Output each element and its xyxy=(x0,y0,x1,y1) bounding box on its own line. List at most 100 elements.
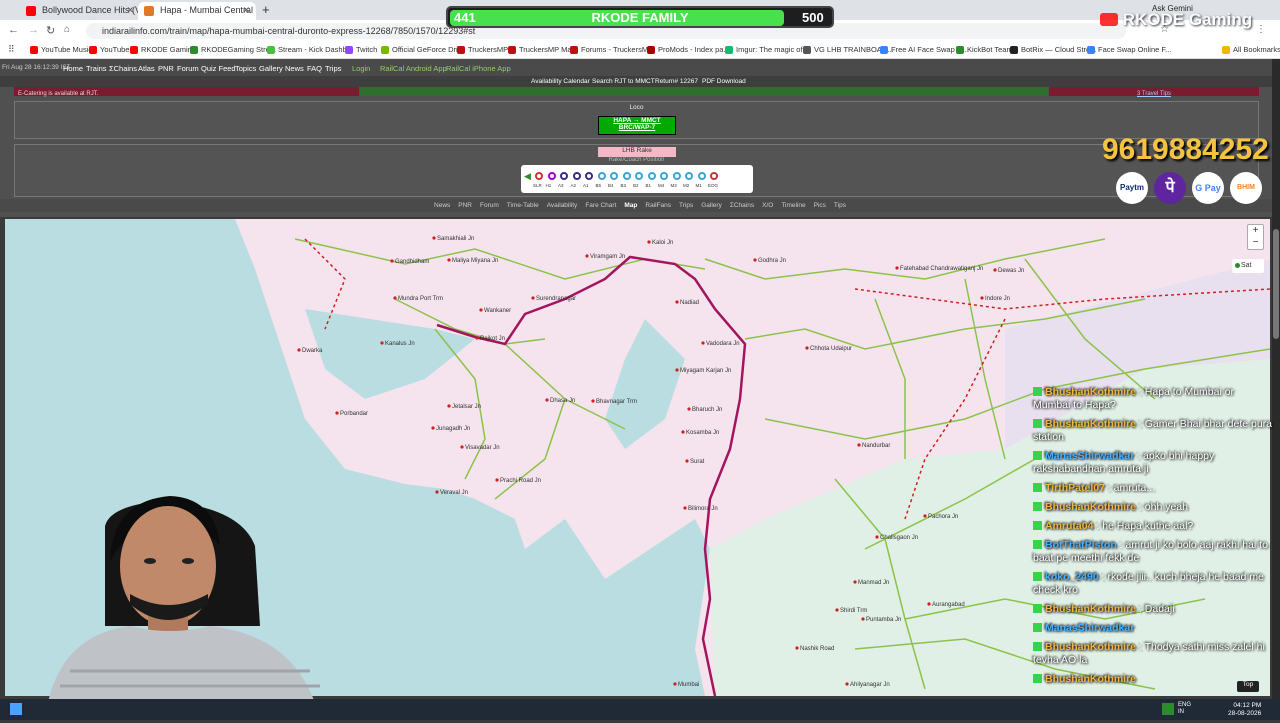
apps-icon[interactable]: ⠿ xyxy=(8,44,15,55)
bookmark-item[interactable]: TruckersMP Map xyxy=(508,45,576,54)
tab-availability[interactable]: Availability xyxy=(547,202,578,209)
coach-marker[interactable] xyxy=(622,172,631,180)
bookmark-item[interactable]: ProMods - Index pa... xyxy=(647,45,730,54)
satellite-toggle[interactable]: Sat xyxy=(1232,259,1264,273)
coach-marker[interactable] xyxy=(635,172,643,180)
station-label[interactable]: Pachora Jn xyxy=(928,514,958,520)
coach-marker[interactable] xyxy=(585,172,593,180)
all-bookmarks[interactable]: All Bookmarks xyxy=(1222,45,1280,54)
tray-app-icon[interactable] xyxy=(1162,703,1174,715)
station-dot[interactable] xyxy=(431,426,435,430)
coach-marker[interactable] xyxy=(647,172,656,180)
station-dot[interactable] xyxy=(297,348,301,352)
nav-topics[interactable]: Topics xyxy=(235,64,256,73)
station-dot[interactable] xyxy=(447,258,451,262)
tab-bollywood[interactable]: Bollywood Dance Hits (Vid... ✕ xyxy=(20,2,140,20)
tab--chains[interactable]: ΣChains xyxy=(730,202,754,209)
availability-calendar-link[interactable]: Availability Calendar xyxy=(531,78,590,85)
coach-marker[interactable] xyxy=(697,172,706,180)
station-dot[interactable] xyxy=(835,608,839,612)
station-label[interactable]: Shirdi Trm xyxy=(840,608,867,614)
nav-faq[interactable]: FAQ xyxy=(307,64,322,73)
nav-trips[interactable]: Trips xyxy=(325,64,341,73)
pdf-download-link[interactable]: PDF Download xyxy=(702,78,746,85)
station-label[interactable]: Surat xyxy=(690,459,705,465)
station-dot[interactable] xyxy=(393,296,397,300)
nav-chains[interactable]: ΣChains xyxy=(109,64,137,73)
bookmark-item[interactable]: TruckersMP xyxy=(457,45,508,54)
station-dot[interactable] xyxy=(845,682,849,686)
station-dot[interactable] xyxy=(460,445,464,449)
menu-icon[interactable]: ⋮ xyxy=(1256,24,1266,35)
bookmark-item[interactable]: Face Swap Online F... xyxy=(1087,45,1171,54)
station-dot[interactable] xyxy=(675,300,679,304)
nav-railcal-android[interactable]: RailCal Android App xyxy=(380,64,447,73)
bookmark-item[interactable]: Imgur: The magic of... xyxy=(725,45,809,54)
coach-marker[interactable] xyxy=(672,172,681,180)
station-dot[interactable] xyxy=(805,346,809,350)
station-label[interactable]: Veraval Jn xyxy=(440,490,468,496)
station-label[interactable]: Porbandar xyxy=(340,411,368,417)
station-label[interactable]: Maliya Miyana Jn xyxy=(452,258,498,264)
forward-icon[interactable]: → xyxy=(28,24,39,36)
coach-marker[interactable] xyxy=(535,172,543,180)
station-dot[interactable] xyxy=(435,490,439,494)
station-dot[interactable] xyxy=(683,506,687,510)
language-indicator[interactable]: ENG IN xyxy=(1178,702,1191,716)
back-icon[interactable]: ← xyxy=(8,24,19,36)
station-dot[interactable] xyxy=(545,398,549,402)
station-dot[interactable] xyxy=(390,259,394,263)
reload-icon[interactable]: ↻ xyxy=(46,24,55,37)
station-dot[interactable] xyxy=(853,580,857,584)
station-dot[interactable] xyxy=(753,258,757,262)
station-label[interactable]: Nashik Road xyxy=(800,646,834,652)
new-tab-button[interactable]: + xyxy=(262,2,270,17)
tab-pnr[interactable]: PNR xyxy=(458,202,472,209)
nav-news[interactable]: News xyxy=(285,64,304,73)
station-dot[interactable] xyxy=(993,268,997,272)
station-label[interactable]: Bilimora Jn xyxy=(688,506,718,512)
bookmark-item[interactable]: Forums - TruckersM... xyxy=(570,45,654,54)
station-label[interactable]: Indore Jn xyxy=(985,296,1010,302)
nav-forum[interactable]: Forum xyxy=(177,64,199,73)
tab-hapa-mumbai[interactable]: Hapa - Mumbai Central Duront... ✕ xyxy=(138,2,256,20)
station-dot[interactable] xyxy=(475,336,479,340)
station-label[interactable]: Nadiad xyxy=(680,300,699,306)
coach-marker[interactable] xyxy=(685,172,693,180)
station-dot[interactable] xyxy=(585,254,589,258)
tab-trips[interactable]: Trips xyxy=(679,202,693,209)
station-label[interactable]: Samakhiali Jn xyxy=(437,236,474,242)
station-dot[interactable] xyxy=(647,240,651,244)
loco-badge[interactable]: HAPA → MMCT BRC/WAP-7 xyxy=(598,116,676,135)
nav-railcal-iphone[interactable]: RailCal iPhone App xyxy=(446,64,511,73)
tab-railfans[interactable]: RailFans xyxy=(645,202,671,209)
station-label[interactable]: Surendranagar xyxy=(536,296,576,302)
station-dot[interactable] xyxy=(685,459,689,463)
zoom-in-button[interactable]: + xyxy=(1248,225,1263,237)
station-dot[interactable] xyxy=(927,602,931,606)
nav-pnr[interactable]: PNR xyxy=(158,64,174,73)
station-label[interactable]: Dwarka xyxy=(302,348,323,354)
station-label[interactable]: Kanalus Jn xyxy=(385,341,415,347)
station-label[interactable]: Viramgam Jn xyxy=(590,254,625,260)
station-label[interactable]: Kosamba Jn xyxy=(686,430,719,436)
tab-forum[interactable]: Forum xyxy=(480,202,499,209)
bookmark-item[interactable]: YouTube xyxy=(89,45,129,54)
bookmark-item[interactable]: Stream - Kick Dashb... xyxy=(267,45,353,54)
scrollbar-thumb[interactable] xyxy=(1273,229,1279,339)
station-label[interactable]: Junagadh Jn xyxy=(436,426,470,432)
coach-marker[interactable] xyxy=(572,172,581,180)
station-label[interactable]: Aurangabad xyxy=(932,602,965,608)
station-dot[interactable] xyxy=(795,646,799,650)
tab-x-o[interactable]: X/O xyxy=(762,202,773,209)
station-label[interactable]: Ahilyanagar Jn xyxy=(850,682,890,688)
bookmark-item[interactable]: KickBot Team xyxy=(956,45,1013,54)
station-label[interactable]: Vadodara Jn xyxy=(706,341,740,347)
tab-pics[interactable]: Pics xyxy=(814,202,826,209)
clock[interactable]: 04:12 PM 28-08-2026 xyxy=(1228,702,1261,718)
station-label[interactable]: Nandurbar xyxy=(862,443,890,449)
station-dot[interactable] xyxy=(980,296,984,300)
station-dot[interactable] xyxy=(380,341,384,345)
tab-gallery[interactable]: Gallery xyxy=(701,202,722,209)
nav-home[interactable]: Home xyxy=(63,64,83,73)
